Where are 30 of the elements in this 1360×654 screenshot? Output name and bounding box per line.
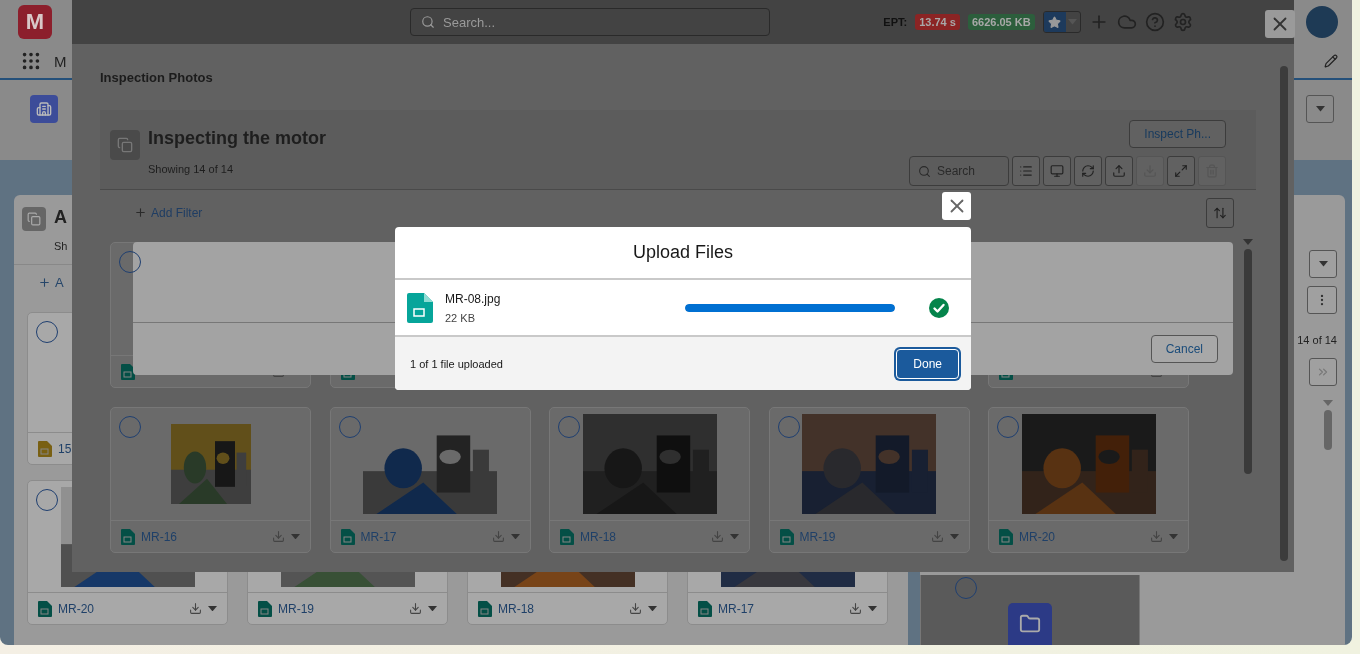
card-subtitle: Sh: [54, 240, 68, 252]
list-title: Inspecting the motor: [148, 128, 326, 149]
file-size: 22 KB: [445, 311, 476, 324]
global-search-field[interactable]: Search...: [410, 8, 770, 36]
app-logo[interactable]: M: [18, 5, 52, 39]
add-filter-link[interactable]: Add Filter: [134, 205, 203, 220]
dialog-title: Upload Files: [395, 227, 971, 280]
file-name-link[interactable]: 15: [58, 441, 72, 456]
card-title: A: [54, 207, 68, 228]
metric-badge: 13.74 s: [915, 14, 960, 30]
record-count: Showing 14 of 14: [148, 163, 234, 175]
file-name-link[interactable]: MR-19: [278, 601, 314, 616]
done-button[interactable]: Done: [896, 348, 959, 379]
file-name-link[interactable]: MR-18: [498, 601, 534, 616]
upload-status: 1 of 1 file uploaded: [410, 357, 503, 370]
file-name-link[interactable]: MR-20: [1019, 529, 1055, 544]
file-name: MR-08.jpg: [445, 291, 501, 306]
file-name-link[interactable]: MR-19: [799, 529, 836, 544]
app-name: M: [54, 52, 67, 70]
file-name-link[interactable]: MR-17: [360, 529, 397, 544]
file-name-link[interactable]: MR-17: [718, 601, 754, 616]
file-name-link[interactable]: MR-18: [580, 529, 616, 544]
file-name-link[interactable]: MR-20: [58, 601, 94, 616]
add-filter-link[interactable]: A: [55, 275, 64, 290]
cancel-button[interactable]: Cancel: [1150, 335, 1218, 363]
inspect-photos-button[interactable]: Inspect Ph...: [1129, 120, 1226, 148]
metric-badge: 6626.05 KB: [967, 14, 1035, 30]
record-count: 14 of 14: [1297, 334, 1337, 346]
file-name-link[interactable]: MR-16: [141, 529, 177, 544]
modal-title: Inspection Photos: [100, 70, 214, 87]
